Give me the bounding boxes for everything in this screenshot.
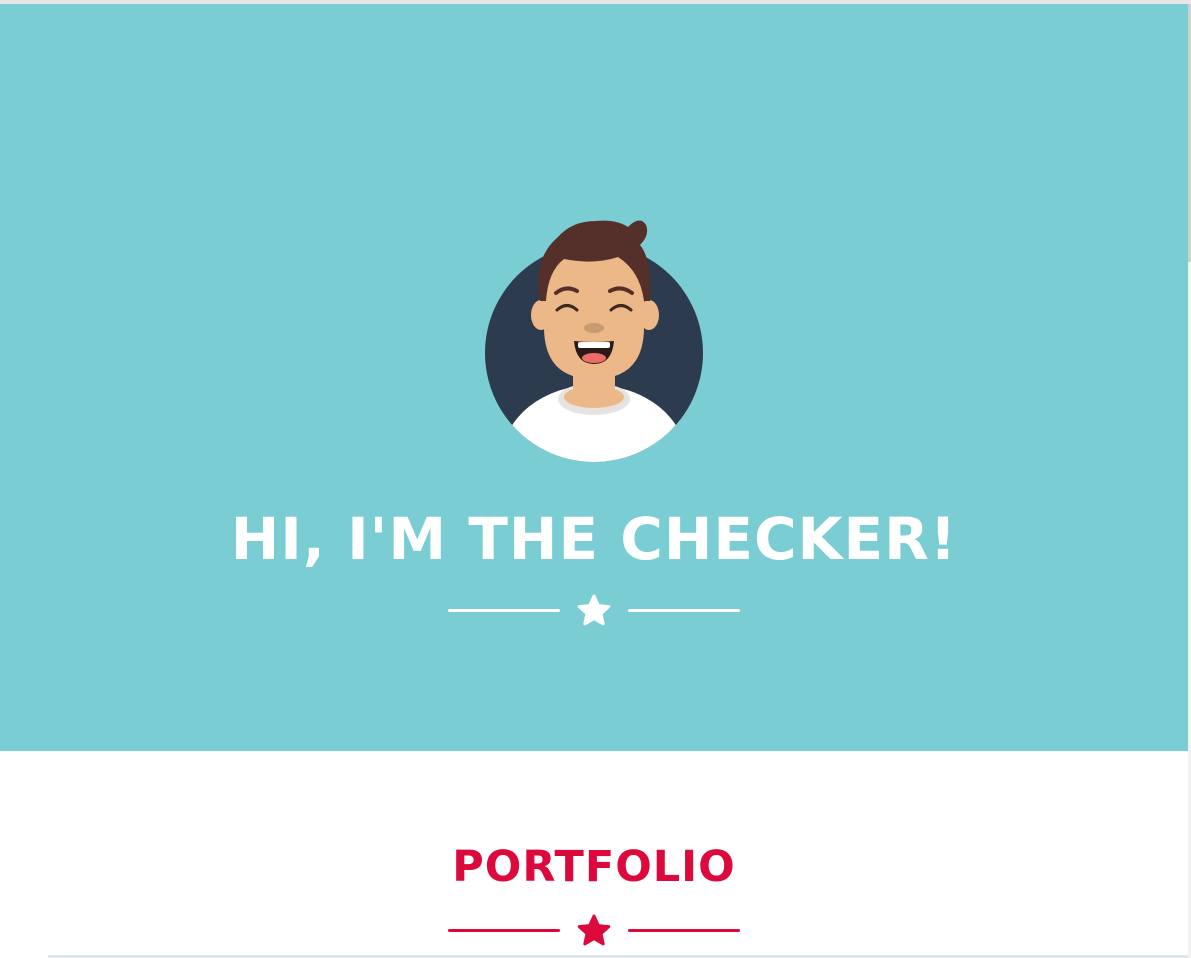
divider-line-right xyxy=(628,609,740,612)
portfolio-divider xyxy=(448,913,740,949)
divider-line-left xyxy=(448,929,560,932)
hero-divider xyxy=(448,593,740,629)
hero-title: HI, I'M THE CHECKER! xyxy=(230,505,958,573)
hero-section: HI, I'M THE CHECKER! xyxy=(0,4,1188,751)
divider-line-left xyxy=(448,609,560,612)
avatar xyxy=(485,220,703,462)
star-icon xyxy=(577,914,611,946)
star-icon xyxy=(577,594,611,626)
page: HI, I'M THE CHECKER! PORTFOLIO xyxy=(0,0,1191,958)
divider-line-right xyxy=(628,929,740,932)
portfolio-title: PORTFOLIO xyxy=(452,842,736,892)
